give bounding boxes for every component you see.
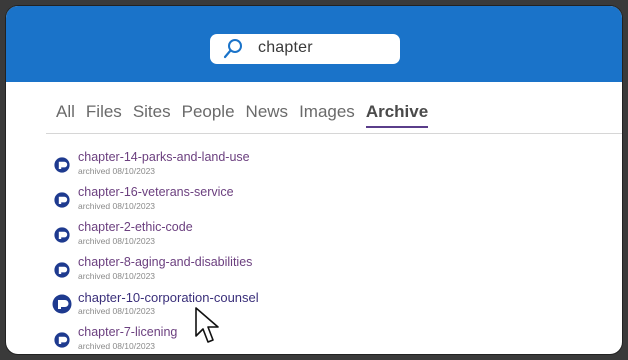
tab-people[interactable]: People [182,102,235,128]
search-icon [223,39,242,59]
tab-sites[interactable]: Sites [133,102,171,128]
result-archived-date: archived 08/10/2023 [78,236,156,246]
list-item[interactable]: chapter-14-parks-and-land-use archived 0… [52,150,352,185]
list-item[interactable]: chapter-2-ethic-code archived 08/10/2023 [52,220,352,255]
archive-app-icon [54,227,70,243]
result-title[interactable]: chapter-14-parks-and-land-use [78,150,250,164]
search-input[interactable]: chapter [210,34,400,64]
result-archived-date: archived 08/10/2023 [78,166,156,176]
result-title[interactable]: chapter-8-aging-and-disabilities [78,255,252,269]
result-archived-date: archived 08/10/2023 [78,271,156,281]
result-title[interactable]: chapter-2-ethic-code [78,220,193,234]
list-item[interactable]: chapter-16-veterans-service archived 08/… [52,185,352,220]
result-title[interactable]: chapter-10-corporation-counsel [78,290,259,305]
header-bar: chapter [6,6,622,82]
tab-images[interactable]: Images [299,102,355,128]
archive-app-icon [52,294,72,314]
search-query: chapter [258,39,313,56]
tabs-divider [46,133,622,134]
tab-bar: All Files Sites People News Images Archi… [56,102,429,128]
archive-app-icon [54,192,70,208]
result-archived-date: archived 08/10/2023 [78,201,156,211]
tab-all[interactable]: All [56,102,75,128]
list-item[interactable]: chapter-8-aging-and-disabilities archive… [52,255,352,290]
mouse-pointer-icon [195,307,219,343]
tab-archive[interactable]: Archive [365,102,429,128]
app-window: chapter All Files Sites People News Imag… [6,6,622,354]
archive-app-icon [54,332,70,348]
tab-news[interactable]: News [246,102,289,128]
result-archived-date: archived 08/10/2023 [78,306,156,316]
result-archived-date: archived 08/10/2023 [78,341,156,351]
archive-app-icon [54,262,70,278]
archive-app-icon [54,157,70,173]
result-title[interactable]: chapter-16-veterans-service [78,185,234,199]
result-title[interactable]: chapter-7-licening [78,325,177,339]
tab-files[interactable]: Files [86,102,122,128]
